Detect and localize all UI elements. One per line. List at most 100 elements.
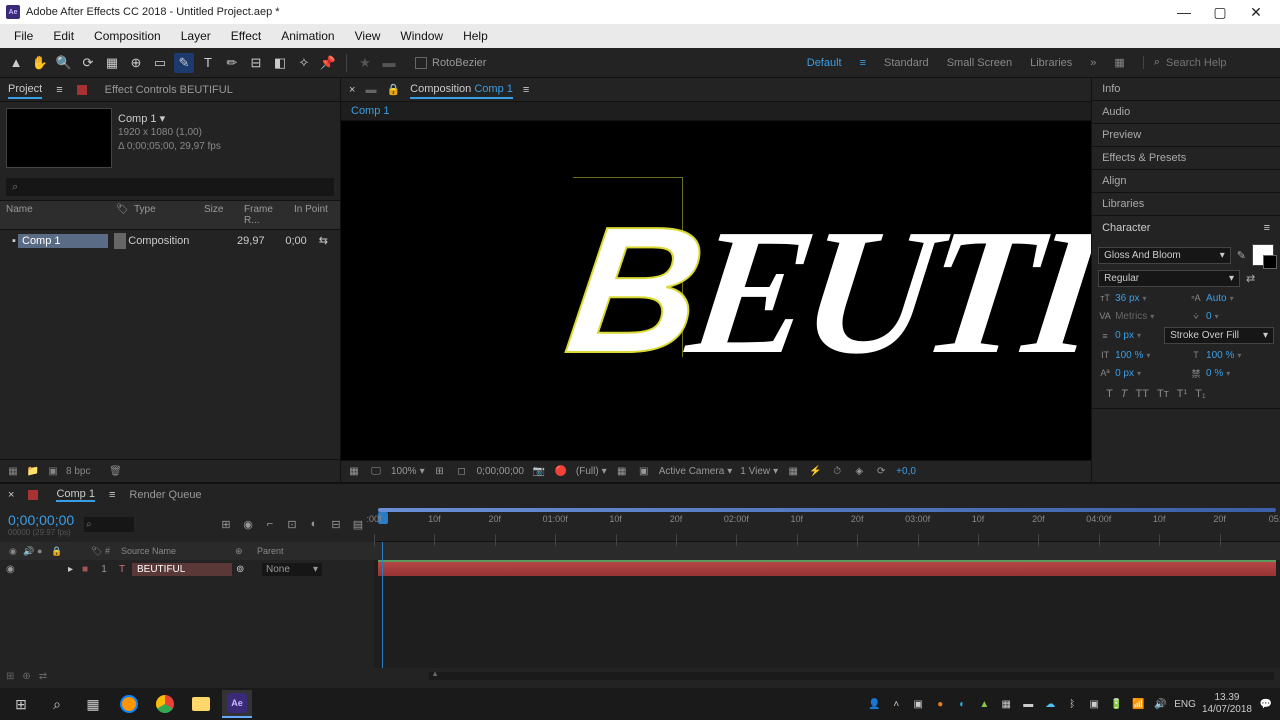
panel-libraries[interactable]: Libraries bbox=[1092, 193, 1280, 216]
tray-app1-icon[interactable]: ▣ bbox=[910, 696, 926, 712]
zoom-dropdown[interactable]: 100% ▾ bbox=[391, 466, 425, 477]
volume-icon[interactable]: 🔊 bbox=[1152, 696, 1168, 712]
trash-icon[interactable]: 🗑 bbox=[108, 464, 122, 478]
layer-bar[interactable] bbox=[378, 560, 1276, 576]
motion-blur-icon[interactable]: ◐ bbox=[306, 516, 322, 532]
panel-audio[interactable]: Audio bbox=[1092, 101, 1280, 124]
task-view-icon[interactable]: ▦ bbox=[78, 690, 108, 718]
menu-effect[interactable]: Effect bbox=[221, 27, 271, 45]
clone-tool-icon[interactable]: ⊟ bbox=[246, 53, 266, 73]
panel-info[interactable]: Info bbox=[1092, 78, 1280, 101]
hand-tool-icon[interactable]: ✋ bbox=[30, 53, 50, 73]
stroke-color-swatch[interactable] bbox=[1263, 255, 1277, 269]
star-icon[interactable]: ★ bbox=[355, 53, 375, 73]
exposure-value[interactable]: +0,0 bbox=[896, 466, 916, 477]
menu-composition[interactable]: Composition bbox=[84, 27, 171, 45]
font-size-field[interactable]: ᴛT36 px▾ bbox=[1098, 291, 1183, 305]
comp-name[interactable]: Comp 1 ▾ bbox=[118, 112, 221, 126]
screen-icon[interactable]: 🖵 bbox=[369, 465, 383, 479]
search-input[interactable] bbox=[1166, 57, 1266, 69]
toggle-switches-icon[interactable]: ⊞ bbox=[6, 671, 14, 682]
panel-effects-presets[interactable]: Effects & Presets bbox=[1092, 147, 1280, 170]
rotate-tool-icon[interactable]: ⟳ bbox=[78, 53, 98, 73]
footage-icon[interactable]: ▬ bbox=[365, 84, 376, 96]
tab-render-queue[interactable]: Render Queue bbox=[129, 489, 201, 501]
search-help[interactable]: ⌕ bbox=[1143, 56, 1266, 69]
tab-menu-icon[interactable]: ≡ bbox=[523, 84, 529, 96]
panel-align[interactable]: Align bbox=[1092, 170, 1280, 193]
brush-tool-icon[interactable]: ✏ bbox=[222, 53, 242, 73]
roto-brush-tool-icon[interactable]: ✧ bbox=[294, 53, 314, 73]
baseline-shift-field[interactable]: Aª0 px▾ bbox=[1098, 366, 1183, 380]
smallcaps-icon[interactable]: Tᴛ bbox=[1157, 388, 1169, 400]
pickwhip-icon[interactable]: ⊚ bbox=[236, 564, 250, 575]
system-clock[interactable]: 13.39 14/07/2018 bbox=[1202, 692, 1252, 716]
visibility-toggle-icon[interactable]: ◉ bbox=[6, 564, 18, 575]
workspace-default[interactable]: Default bbox=[807, 57, 842, 69]
menu-help[interactable]: Help bbox=[453, 27, 498, 45]
selection-tool-icon[interactable]: ▲ bbox=[6, 53, 26, 73]
eyedropper-icon[interactable]: ✎ bbox=[1237, 249, 1246, 262]
region-icon[interactable]: ◻ bbox=[455, 465, 469, 479]
menu-icon[interactable]: ≡ bbox=[860, 57, 866, 69]
item-name[interactable]: Comp 1 bbox=[18, 234, 108, 248]
stroke-width-field[interactable]: ≡0 px▾ bbox=[1098, 329, 1158, 343]
tab-menu-icon[interactable]: ≡ bbox=[109, 489, 115, 501]
workspace-libraries[interactable]: Libraries bbox=[1030, 57, 1072, 69]
character-title[interactable]: Character bbox=[1102, 222, 1150, 234]
tab-composition[interactable]: Composition Comp 1 bbox=[410, 83, 513, 99]
shy-icon[interactable]: ⌐ bbox=[262, 516, 278, 532]
tray-app2-icon[interactable]: ● bbox=[932, 696, 948, 712]
battery-icon[interactable]: 🔋 bbox=[1108, 696, 1124, 712]
tray-app7-icon[interactable]: ▣ bbox=[1086, 696, 1102, 712]
bluetooth-icon[interactable]: ᛒ bbox=[1064, 696, 1080, 712]
tab-timeline-comp[interactable]: Comp 1 bbox=[56, 488, 95, 502]
start-button[interactable]: ⊞ bbox=[6, 690, 36, 718]
panel-preview[interactable]: Preview bbox=[1092, 124, 1280, 147]
col-framerate[interactable]: Frame R... bbox=[238, 201, 288, 229]
timeline-layer-row[interactable]: ◉ ▸ ■ 1 T BEUTIFUL ⊚ None▾ bbox=[0, 560, 374, 578]
panel-menu-icon[interactable]: ≡ bbox=[1264, 222, 1270, 234]
project-search-input[interactable] bbox=[6, 178, 334, 196]
explorer-icon[interactable] bbox=[186, 690, 216, 718]
after-effects-taskbar-icon[interactable]: Ae bbox=[222, 690, 252, 718]
tracking-field[interactable]: ⩒0▾ bbox=[1189, 309, 1274, 323]
grid-icon[interactable]: ▦ bbox=[1114, 56, 1124, 69]
minimize-button[interactable]: — bbox=[1166, 0, 1202, 24]
layer-name[interactable]: BEUTIFUL bbox=[132, 563, 232, 576]
mask-icon[interactable]: ▣ bbox=[637, 465, 651, 479]
composition-thumbnail[interactable] bbox=[6, 108, 112, 168]
camera-dropdown[interactable]: Active Camera ▾ bbox=[659, 466, 733, 477]
col-type[interactable]: Type bbox=[128, 201, 198, 229]
tray-app6-icon[interactable]: ▬ bbox=[1020, 696, 1036, 712]
pixel-ar-icon[interactable]: ▦ bbox=[786, 465, 800, 479]
res-icon[interactable]: ⊞ bbox=[433, 465, 447, 479]
superscript-icon[interactable]: T¹ bbox=[1177, 388, 1187, 400]
more-workspaces-icon[interactable]: » bbox=[1090, 57, 1096, 69]
eraser-tool-icon[interactable]: ◧ bbox=[270, 53, 290, 73]
timeline-zoom-scrollbar[interactable] bbox=[429, 672, 1274, 680]
close-button[interactable]: ✕ bbox=[1238, 0, 1274, 24]
twirl-icon[interactable]: ▪ bbox=[6, 233, 18, 249]
menu-edit[interactable]: Edit bbox=[43, 27, 84, 45]
quality-dropdown[interactable]: (Full) ▾ bbox=[576, 466, 607, 477]
allcaps-icon[interactable]: TT bbox=[1136, 388, 1149, 400]
switches-col-icon[interactable]: ⊕ bbox=[232, 546, 250, 557]
col-name[interactable]: Name bbox=[0, 201, 110, 229]
snapshot-icon[interactable]: 📷 bbox=[532, 465, 546, 479]
eye-col-icon[interactable]: ◉ bbox=[6, 546, 16, 557]
num-col[interactable]: # bbox=[102, 546, 114, 556]
font-style-dropdown[interactable]: Regular▾ bbox=[1098, 270, 1240, 287]
tab-menu-icon[interactable]: ≡ bbox=[56, 84, 62, 96]
timeline-icon[interactable]: ⏱ bbox=[830, 465, 844, 479]
menu-view[interactable]: View bbox=[345, 27, 391, 45]
wifi-icon[interactable]: 📶 bbox=[1130, 696, 1146, 712]
rotobezier-toggle[interactable]: RotoBezier bbox=[415, 57, 486, 69]
label-col-icon[interactable]: 🏷 bbox=[88, 546, 98, 557]
parent-dropdown[interactable]: None▾ bbox=[262, 563, 322, 576]
draft-3d-icon[interactable]: ◉ bbox=[240, 516, 256, 532]
zoom-tool-icon[interactable]: 🔍 bbox=[54, 53, 74, 73]
shape-tool-icon[interactable]: ▭ bbox=[150, 53, 170, 73]
col-tag-icon[interactable]: 🏷 bbox=[110, 201, 128, 229]
fast-preview-icon[interactable]: ⚡ bbox=[808, 465, 822, 479]
